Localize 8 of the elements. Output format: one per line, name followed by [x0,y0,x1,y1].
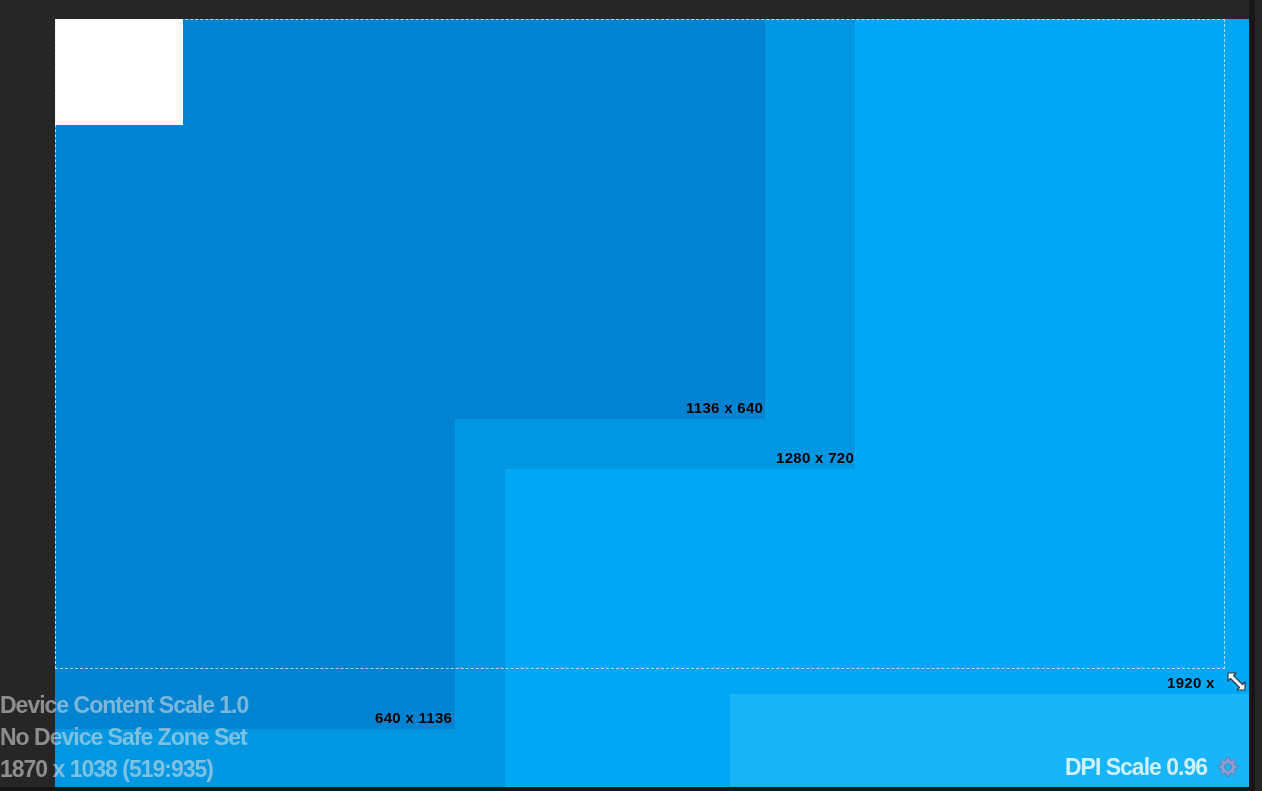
gear-icon[interactable] [1218,757,1238,777]
image-widget[interactable] [55,19,183,125]
diagonal-arrow-icon[interactable] [1226,671,1249,693]
resolution-label: 1920 x [1167,675,1215,691]
resolution-label: 640 x 1136 [375,710,453,726]
dpi-scale-text: DPI Scale 0.96 [1065,754,1207,780]
resolution-label: 1136 x 640 [686,400,764,416]
resolution-label: 1280 x 720 [776,450,855,466]
